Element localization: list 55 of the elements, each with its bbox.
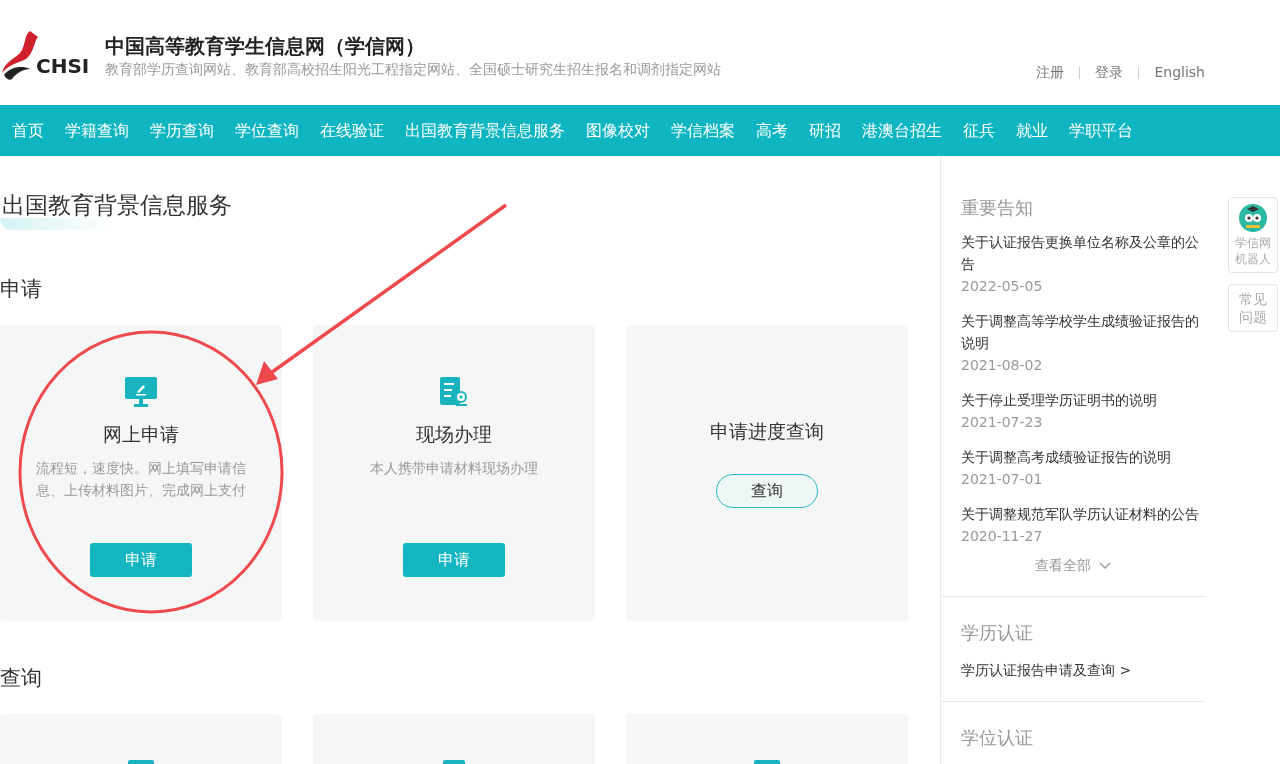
notice-link[interactable]: 关于调整高考成绩验证报告的说明	[961, 446, 1205, 468]
query-button[interactable]: 查询	[716, 473, 818, 508]
section-heading: 查询	[0, 664, 43, 692]
notice-date: 2021-07-01	[961, 470, 1044, 489]
chevron-down-icon	[1099, 561, 1111, 570]
widget-label: 学信网机器人	[1235, 235, 1271, 267]
sidebar-link[interactable]: 学历认证报告申请及查询 >	[961, 660, 1206, 681]
notice-link[interactable]: 关于调整高等学校学生成绩验证报告的说明	[961, 310, 1205, 354]
notice-link[interactable]: 关于调整规范军队学历认证材料的公告	[961, 503, 1205, 525]
header-link[interactable]: 登录	[1095, 62, 1124, 83]
card-title: 申请进度查询	[710, 419, 824, 445]
nav-item[interactable]: 学职平台	[1069, 118, 1133, 143]
owl-mascot-icon	[1238, 203, 1268, 233]
notice-link[interactable]: 关于认证报告更换单位名称及公章的公告	[961, 231, 1205, 275]
card-description: 流程短，速度快。网上填写申请信息、上传材料图片、完成网上支付	[35, 458, 247, 500]
nav-item[interactable]: 学籍查询	[65, 118, 129, 143]
sidebar-heading: 重要告知	[961, 196, 1034, 220]
card-description: 本人携带申请材料现场办理	[369, 458, 539, 478]
apply-button[interactable]: 申请	[403, 542, 505, 577]
nav-item[interactable]: 图像校对	[586, 118, 650, 143]
faq-widget[interactable]: 常见问题	[1228, 284, 1278, 332]
widget-label: 常见问题	[1238, 290, 1268, 326]
section-heading: 申请	[0, 276, 43, 303]
notice-link[interactable]: 关于停止受理学历证明书的说明	[961, 389, 1205, 411]
logo[interactable]: CHSI	[0, 22, 92, 83]
nav-item[interactable]: 学位查询	[235, 118, 299, 143]
document-location-icon	[439, 376, 469, 409]
robot-widget[interactable]: 学信网机器人	[1228, 197, 1278, 273]
card-title: 现场办理	[416, 422, 492, 448]
notice-date: 2020-11-27	[961, 527, 1044, 546]
nav-item[interactable]: 港澳台招生	[862, 118, 942, 143]
nav-item[interactable]: 在线验证	[320, 118, 384, 143]
notice-date: 2022-05-05	[961, 277, 1044, 296]
header-link[interactable]: 注册	[1036, 62, 1065, 83]
view-all-link[interactable]: 查看全部	[1035, 555, 1111, 576]
nav-item[interactable]: 就业	[1016, 118, 1048, 143]
apply-button[interactable]: 申请	[90, 542, 192, 577]
nav-item[interactable]: 征兵	[963, 118, 995, 143]
monitor-icon	[124, 376, 158, 409]
sidebar-heading: 学位认证	[961, 726, 1034, 750]
site-subtitle: 教育部学历查询网站、教育部高校招生阳光工程指定网站、全国硕士研究生招生报名和调剂指定网站	[105, 61, 721, 76]
notice-date: 2021-08-02	[961, 356, 1044, 375]
nav-item[interactable]: 出国教育背景信息服务	[405, 118, 565, 143]
nav-item[interactable]: 研招	[809, 118, 841, 143]
nav-item[interactable]: 学信档案	[671, 118, 735, 143]
nav-item[interactable]: 高考	[756, 118, 788, 143]
nav-item[interactable]: 学历查询	[150, 118, 214, 143]
page-title: 出国教育背景信息服务	[1, 192, 232, 218]
nav-item[interactable]: 首页	[12, 118, 44, 143]
sidebar-heading: 学历认证	[961, 621, 1034, 645]
site-title: 中国高等教育学生信息网（学信网）	[105, 35, 426, 56]
notice-date: 2021-07-23	[961, 413, 1044, 432]
card-title: 网上申请	[103, 422, 179, 448]
header-link[interactable]: English	[1154, 62, 1205, 83]
logo-text: CHSI	[36, 52, 90, 80]
